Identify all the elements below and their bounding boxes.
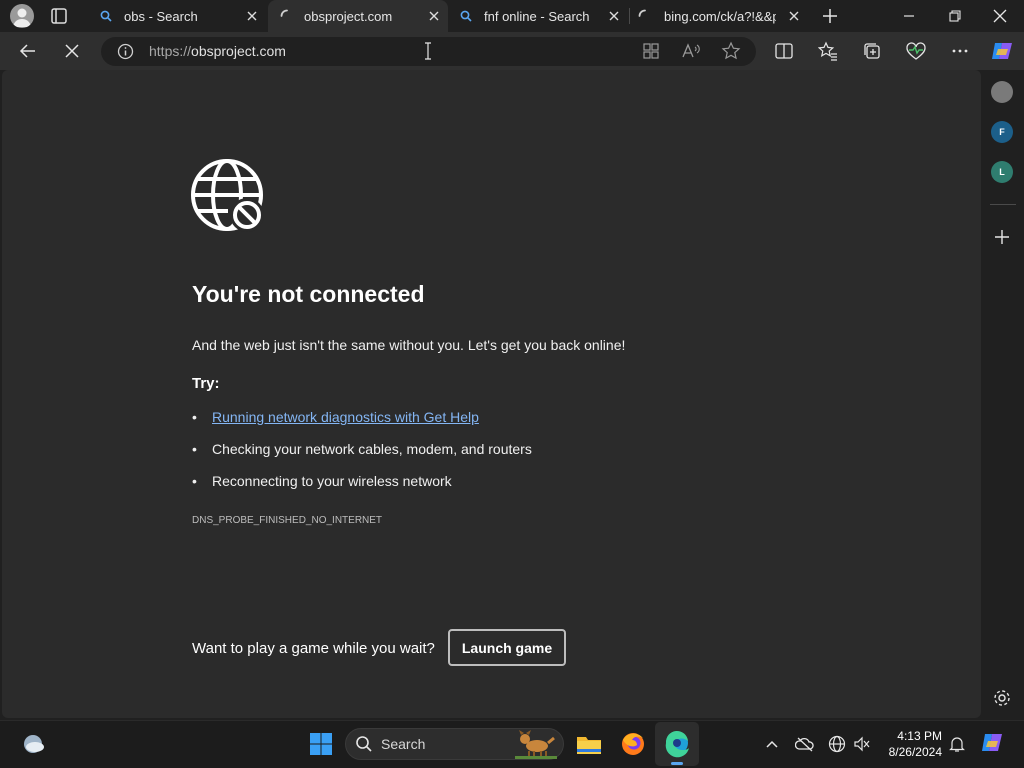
- notification-bell-icon[interactable]: [948, 735, 966, 753]
- firefox-icon[interactable]: [620, 731, 646, 757]
- error-page: [2, 70, 981, 718]
- new-tab-button[interactable]: [820, 6, 840, 26]
- info-icon[interactable]: [117, 43, 134, 60]
- weather-icon[interactable]: [20, 732, 46, 756]
- suggestion-text: Reconnecting to your wireless network: [212, 473, 452, 489]
- restore-icon[interactable]: [946, 8, 964, 24]
- split-screen-icon[interactable]: [774, 42, 794, 60]
- sidebar-divider: [990, 204, 1016, 205]
- clock-time: 4:13 PM: [897, 729, 942, 743]
- start-icon[interactable]: [309, 732, 333, 756]
- sidebar-item-profile-l[interactable]: L: [991, 161, 1013, 183]
- tab-title: obsproject.com: [304, 8, 393, 24]
- profile-avatar[interactable]: [10, 4, 34, 28]
- more-options-icon[interactable]: [950, 42, 970, 60]
- close-icon[interactable]: [991, 7, 1009, 25]
- copilot-icon[interactable]: [989, 39, 1015, 63]
- close-tab-icon[interactable]: [606, 8, 622, 24]
- close-tab-icon[interactable]: [786, 8, 802, 24]
- onedrive-offline-icon[interactable]: [795, 736, 815, 752]
- tab-bing-redirect[interactable]: bing.com/ck/a?!&&p: [630, 0, 808, 32]
- tab-fnf-search[interactable]: fnf online - Search: [450, 0, 628, 32]
- tab-actions-icon[interactable]: [50, 7, 68, 25]
- chevron-up-icon[interactable]: [765, 737, 779, 751]
- bullet: •: [192, 409, 197, 425]
- stop-loading-icon[interactable]: [62, 41, 82, 61]
- error-description: And the web just isn't the same without …: [192, 337, 626, 353]
- tab-title: fnf online - Search: [484, 8, 590, 24]
- tab-obs-search[interactable]: obs - Search: [90, 0, 266, 32]
- suggestion-item: • Reconnecting to your wireless network: [192, 473, 452, 489]
- game-prompt: Want to play a game while you wait?: [192, 640, 435, 657]
- url-protocol: https://: [149, 43, 192, 59]
- suggestion-item: • Checking your network cables, modem, a…: [192, 441, 532, 457]
- page-title: You're not connected: [192, 281, 425, 307]
- volume-muted-icon[interactable]: [853, 735, 871, 753]
- collections-icon[interactable]: [862, 41, 882, 61]
- sidebar-item-circle[interactable]: [991, 81, 1013, 103]
- tab-title: bing.com/ck/a?!&&p: [664, 8, 776, 24]
- try-label: Try:: [192, 375, 220, 392]
- back-icon[interactable]: [18, 41, 38, 61]
- error-code: DNS_PROBE_FINISHED_NO_INTERNET: [192, 515, 383, 526]
- tab-obsproject[interactable]: obsproject.com: [268, 0, 448, 32]
- add-sidebar-icon[interactable]: [992, 227, 1012, 247]
- file-explorer-icon[interactable]: [576, 732, 602, 756]
- close-tab-icon[interactable]: [244, 8, 260, 24]
- minimize-icon[interactable]: [900, 8, 918, 24]
- loading-spinner-icon: [280, 9, 294, 23]
- app-available-icon[interactable]: [642, 42, 660, 60]
- url-host: obsproject.com: [191, 43, 286, 59]
- clock-date: 8/26/2024: [888, 745, 942, 759]
- bullet: •: [192, 473, 197, 489]
- text-cursor-icon: [424, 42, 432, 60]
- search-label: Search: [381, 736, 426, 752]
- tab-title: obs - Search: [124, 8, 198, 24]
- sidebar-item-profile-f[interactable]: F: [991, 121, 1013, 143]
- close-tab-icon[interactable]: [426, 8, 442, 24]
- browser-essentials-icon[interactable]: [905, 41, 927, 61]
- url-text[interactable]: https://obsproject.com: [149, 43, 286, 59]
- favorites-icon[interactable]: [818, 41, 838, 61]
- network-diagnostics-link[interactable]: Running network diagnostics with Get Hel…: [212, 409, 479, 425]
- search-icon: [460, 10, 474, 22]
- suggestion-item: • Running network diagnostics with Get H…: [192, 409, 479, 425]
- language-globe-icon[interactable]: [828, 735, 846, 753]
- launch-game-button[interactable]: Launch game: [448, 629, 566, 666]
- search-icon: [355, 735, 373, 753]
- read-aloud-icon[interactable]: [681, 41, 701, 61]
- bullet: •: [192, 441, 197, 457]
- favorite-star-icon[interactable]: [721, 41, 741, 61]
- no-connection-globe-icon: [190, 158, 268, 236]
- search-highlight-dog-icon: [515, 729, 557, 759]
- suggestion-text: Checking your network cables, modem, and…: [212, 441, 532, 457]
- edge-browser-icon[interactable]: [655, 722, 699, 766]
- system-clock[interactable]: 4:13 PM 8/26/2024: [878, 728, 942, 760]
- settings-gear-icon[interactable]: [992, 688, 1012, 708]
- copilot-taskbar-icon[interactable]: [979, 731, 1005, 755]
- search-icon: [100, 10, 114, 22]
- loading-spinner-icon: [638, 9, 652, 23]
